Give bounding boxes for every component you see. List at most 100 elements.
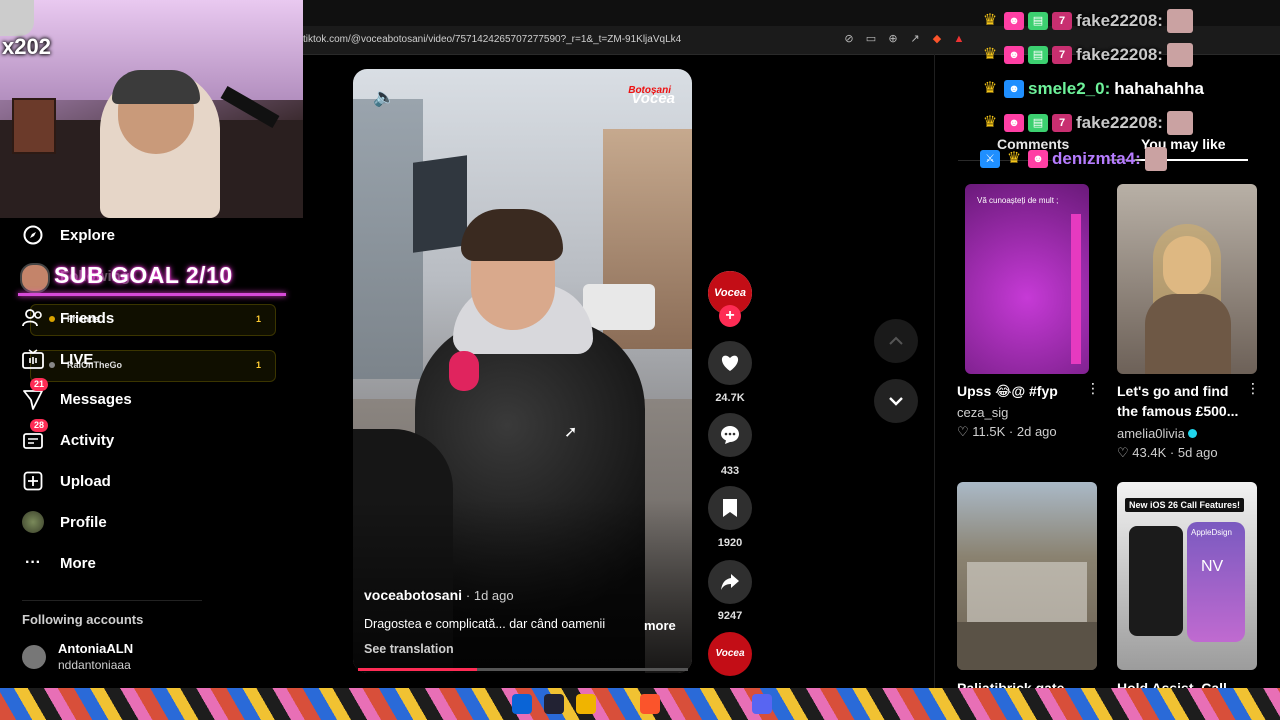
crown-icon: ♛ <box>982 46 998 63</box>
warning-icon[interactable]: ▲ <box>952 32 966 46</box>
divider <box>22 600 202 601</box>
sub-multiplier: x202 <box>2 34 51 59</box>
author-name[interactable]: voceabotosani <box>364 587 462 603</box>
following-accounts-title: Following accounts <box>22 612 144 627</box>
heart-outline-icon: ♡ <box>1117 445 1129 460</box>
card-title[interactable]: Let's go and find the famous £500... <box>1117 381 1252 421</box>
video-thumbnail[interactable]: Vă cunoașteți de mult ; <box>965 184 1089 374</box>
chat-message: ♛ ☻ smele2_0: hahahahha <box>980 76 1204 102</box>
save-button[interactable] <box>708 486 752 530</box>
video-author[interactable]: voceabotosani · 1d ago <box>364 587 514 603</box>
video-thumbnail[interactable] <box>1117 184 1257 374</box>
gift-icon: ▤ <box>1028 46 1048 64</box>
save-count: 1920 <box>717 537 743 549</box>
share-arrow-icon <box>721 574 739 590</box>
activity-icon: 28 <box>22 419 49 451</box>
crown-icon: ♛ <box>982 114 998 131</box>
brave-taskbar-icon[interactable] <box>640 694 660 714</box>
emote-icon: ☻ <box>1004 80 1024 98</box>
card-menu-icon[interactable]: ⋮ <box>1086 380 1100 397</box>
friends-icon <box>22 307 44 329</box>
sidebar-item-explore[interactable]: Explore <box>22 224 115 246</box>
music-disc[interactable]: Vocea <box>708 632 752 676</box>
thumbnail-initials: NV <box>1201 558 1224 575</box>
badge-icon: 7 <box>1052 114 1072 132</box>
sidebar-item-live[interactable]: LIVE <box>22 348 93 370</box>
account-handle[interactable]: nddantoniaaa <box>58 658 131 672</box>
chat-text: hahahahha <box>1114 79 1204 98</box>
card-menu-icon[interactable]: ⋮ <box>1246 380 1260 397</box>
discord-icon[interactable] <box>752 694 772 714</box>
chevron-up-icon <box>889 336 903 345</box>
like-button[interactable] <box>708 341 752 385</box>
chat-emote <box>1166 111 1193 135</box>
chat-message: ♛ ☻ ▤ 7 fake22208: <box>980 8 1193 34</box>
comment-icon <box>721 426 739 444</box>
card-title[interactable]: Paliatibrick gate <box>957 678 1087 688</box>
chat-username: denizmta4: <box>1052 149 1141 168</box>
video-thumbnail[interactable] <box>957 482 1097 670</box>
sidebar-item-friends[interactable]: Friends <box>22 307 114 329</box>
heart-outline-icon: ♡ <box>957 424 969 439</box>
chat-emote <box>1144 147 1167 171</box>
share-icon[interactable]: ↗ <box>908 32 922 46</box>
see-translation-button[interactable]: See translation <box>364 642 454 656</box>
browser-toolbar: ⊘ ▭ ⊕ ↗ ◆ ▲ <box>842 32 966 46</box>
watermark-logo: Botoșani Vocea <box>615 83 675 115</box>
chat-message: ♛ ☻ ▤ 7 fake22208: <box>980 42 1193 68</box>
previous-video-button[interactable] <box>874 319 918 363</box>
zoom-icon[interactable]: ⊕ <box>886 32 900 46</box>
volume-icon[interactable]: 🔈 <box>373 87 395 108</box>
task-view-icon[interactable] <box>544 694 564 714</box>
video-thumbnail[interactable]: New iOS 26 Call Features! AppleDsign NV <box>1117 482 1257 670</box>
card-title[interactable]: Upss 😂@ #fyp <box>957 381 1087 401</box>
share-button[interactable] <box>708 560 752 604</box>
sidebar-item-messages[interactable]: 21 Messages <box>22 378 132 410</box>
sidebar-item-upload[interactable]: Upload <box>22 470 111 492</box>
mouse-cursor-icon: ➚ <box>564 424 578 441</box>
card-author[interactable]: amelia0livia <box>1117 426 1197 441</box>
crown-icon: ♛ <box>982 12 998 29</box>
chat-username: fake22208: <box>1076 113 1163 132</box>
card-author-name[interactable]: amelia0livia <box>1117 426 1185 441</box>
sidebar-item-profile[interactable]: Profile <box>22 511 107 533</box>
profile-icon <box>22 511 44 533</box>
badge-icon: 7 <box>1052 12 1072 30</box>
card-likes: 11.5K <box>972 424 1006 439</box>
account-name[interactable]: AntoniaALN <box>58 641 133 656</box>
sidebar-item-activity[interactable]: 28 Activity <box>22 419 114 451</box>
sub-goal-label: SUB GOAL 2/10 <box>54 262 233 288</box>
card-author[interactable]: ceza_sig <box>957 405 1008 420</box>
streamer-webcam <box>0 0 303 218</box>
emote-icon: ☻ <box>1004 46 1024 64</box>
file-explorer-icon[interactable] <box>576 694 596 714</box>
goal-row-count: 1 <box>255 314 261 324</box>
brave-icon[interactable]: ◆ <box>930 32 944 46</box>
sidebar-item-more[interactable]: ··· More <box>22 552 96 574</box>
messages-icon: 21 <box>22 378 49 410</box>
panel-divider <box>934 54 935 688</box>
no-entry-icon[interactable]: ⊘ <box>842 32 856 46</box>
sword-icon: ⚔ <box>980 150 1000 168</box>
comment-button[interactable] <box>708 413 752 457</box>
video-progress[interactable] <box>358 668 688 671</box>
windows-start-icon[interactable] <box>512 694 532 714</box>
share-count: 9247 <box>717 610 743 622</box>
next-video-button[interactable] <box>874 379 918 423</box>
upload-icon <box>22 470 44 492</box>
account-avatar[interactable] <box>22 645 46 669</box>
follow-button[interactable]: + <box>719 305 741 327</box>
emote-icon: ☻ <box>1004 12 1024 30</box>
card-likes: 43.4K <box>1132 445 1167 460</box>
url-text[interactable]: tiktok.com/@voceabotosani/video/75714242… <box>303 34 681 45</box>
live-icon <box>22 348 44 370</box>
video-player[interactable]: 🔈 Botoșani Vocea <box>353 69 692 673</box>
sidebar-item-label: LIVE <box>60 350 94 368</box>
card-title[interactable]: Hold Assist, Call... <box>1117 678 1247 688</box>
emote-icon: ☻ <box>1028 150 1048 168</box>
caption-more-button[interactable]: more <box>644 618 676 633</box>
video-progress-fill <box>358 668 477 671</box>
picture-in-picture-icon[interactable]: ▭ <box>864 32 878 46</box>
crown-icon: ♛ <box>1006 150 1022 167</box>
card-meta: ♡ 11.5K · 2d ago <box>957 424 1057 439</box>
